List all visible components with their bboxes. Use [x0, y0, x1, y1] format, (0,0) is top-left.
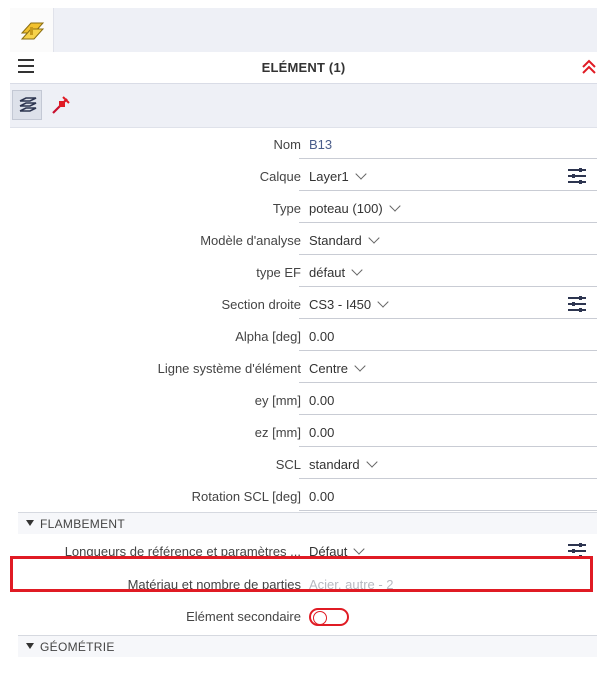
property-label: Modèle d'analyse [200, 233, 301, 248]
expand-arrow-icon [26, 520, 34, 526]
property-row-type-ef: type EF défaut [10, 256, 597, 288]
property-row-element-secondaire: Elément secondaire [10, 600, 597, 632]
sliders-settings-icon[interactable] [567, 543, 587, 559]
expand-arrow-icon [26, 643, 34, 649]
beam-logo-icon [20, 22, 45, 40]
property-dropdown[interactable]: Layer1 [299, 160, 597, 191]
property-value-field[interactable]: 0.00 [299, 384, 597, 415]
top-toolbar [10, 8, 597, 52]
pin-node-button[interactable] [46, 90, 76, 120]
property-row-materiau-parties: Matériau et nombre de parties Acier, aut… [10, 568, 597, 600]
property-row-rotation-scl: Rotation SCL [deg] 0.00 [10, 480, 597, 512]
chevron-down-icon [389, 200, 401, 212]
layers-filter-button[interactable] [12, 90, 42, 120]
property-row-type: Type poteau (100) [10, 192, 597, 224]
property-dropdown[interactable]: CS3 - I450 [299, 288, 597, 319]
property-label: Rotation SCL [deg] [191, 489, 301, 504]
double-chevron-up-icon[interactable] [581, 58, 597, 76]
properties-list: Nom B13 Calque Layer1 Type poteau (100) … [10, 128, 597, 657]
property-label: Elément secondaire [186, 609, 301, 624]
property-value-field[interactable]: 0.00 [299, 416, 597, 447]
property-dropdown[interactable]: Standard [299, 224, 597, 255]
property-label: Nom [273, 137, 301, 152]
property-label: type EF [256, 265, 301, 280]
chevron-down-icon [351, 264, 363, 276]
app-logo-button[interactable] [10, 8, 54, 52]
property-row-longueurs-reference: Longueurs de référence et paramètres ...… [10, 534, 597, 568]
chevron-down-icon [368, 232, 380, 244]
property-value-field[interactable]: B13 [299, 128, 597, 159]
chevron-down-icon [377, 296, 389, 308]
chevron-down-icon [354, 360, 366, 372]
property-label: Ligne système d'élément [157, 361, 301, 376]
property-label: Alpha [deg] [235, 329, 301, 344]
property-label: Matériau et nombre de parties [127, 577, 301, 592]
chevron-down-icon [365, 456, 378, 468]
property-dropdown[interactable]: standard [299, 448, 597, 479]
chevron-down-icon [355, 168, 367, 180]
panel-tool-row [10, 84, 597, 128]
property-row-ez: ez [mm] 0.00 [10, 416, 597, 448]
property-dropdown[interactable]: Centre [299, 352, 597, 383]
property-dropdown[interactable]: poteau (100) [299, 192, 597, 223]
section-header-flambement[interactable]: FLAMBEMENT [18, 512, 597, 534]
property-label: Section droite [221, 297, 302, 312]
property-label: SCL [275, 457, 301, 472]
property-value-field[interactable]: 0.00 [299, 320, 597, 351]
property-row-ligne-systeme: Ligne système d'élément Centre [10, 352, 597, 384]
property-row-nom: Nom B13 [10, 128, 597, 160]
property-label: ey [mm] [254, 393, 301, 408]
section-header-geometrie[interactable]: GÉOMÉTRIE [18, 635, 597, 657]
property-dropdown[interactable]: Défaut [299, 534, 597, 565]
property-label: Type [272, 201, 301, 216]
property-value-readonly: Acier, autre - 2 [309, 577, 394, 592]
property-label: Longueurs de référence et paramètres ... [64, 544, 301, 559]
section-title: GÉOMÉTRIE [40, 640, 115, 654]
chevron-down-icon [353, 543, 365, 555]
layers-icon [19, 97, 37, 112]
section-title: FLAMBEMENT [40, 517, 126, 531]
property-value-field[interactable]: 0.00 [299, 480, 597, 511]
property-row-alpha: Alpha [deg] 0.00 [10, 320, 597, 352]
property-row-modele-analyse: Modèle d'analyse Standard [10, 224, 597, 256]
panel-title: ELÉMENT (1) [261, 60, 346, 75]
property-row-ey: ey [mm] 0.00 [10, 384, 597, 416]
sliders-settings-icon[interactable] [567, 296, 587, 312]
property-row-calque: Calque Layer1 [10, 160, 597, 192]
property-toggle-cell [299, 600, 597, 631]
element-secondaire-toggle[interactable] [309, 608, 349, 626]
property-label: ez [mm] [254, 425, 301, 440]
property-dropdown[interactable]: défaut [299, 256, 597, 287]
pin-node-icon [52, 96, 70, 114]
property-row-section-droite: Section droite CS3 - I450 [10, 288, 597, 320]
property-row-scl: SCL standard [10, 448, 597, 480]
sliders-settings-icon[interactable] [567, 168, 587, 184]
panel-title-bar: ELÉMENT (1) [10, 52, 597, 84]
property-label: Calque [259, 169, 301, 184]
